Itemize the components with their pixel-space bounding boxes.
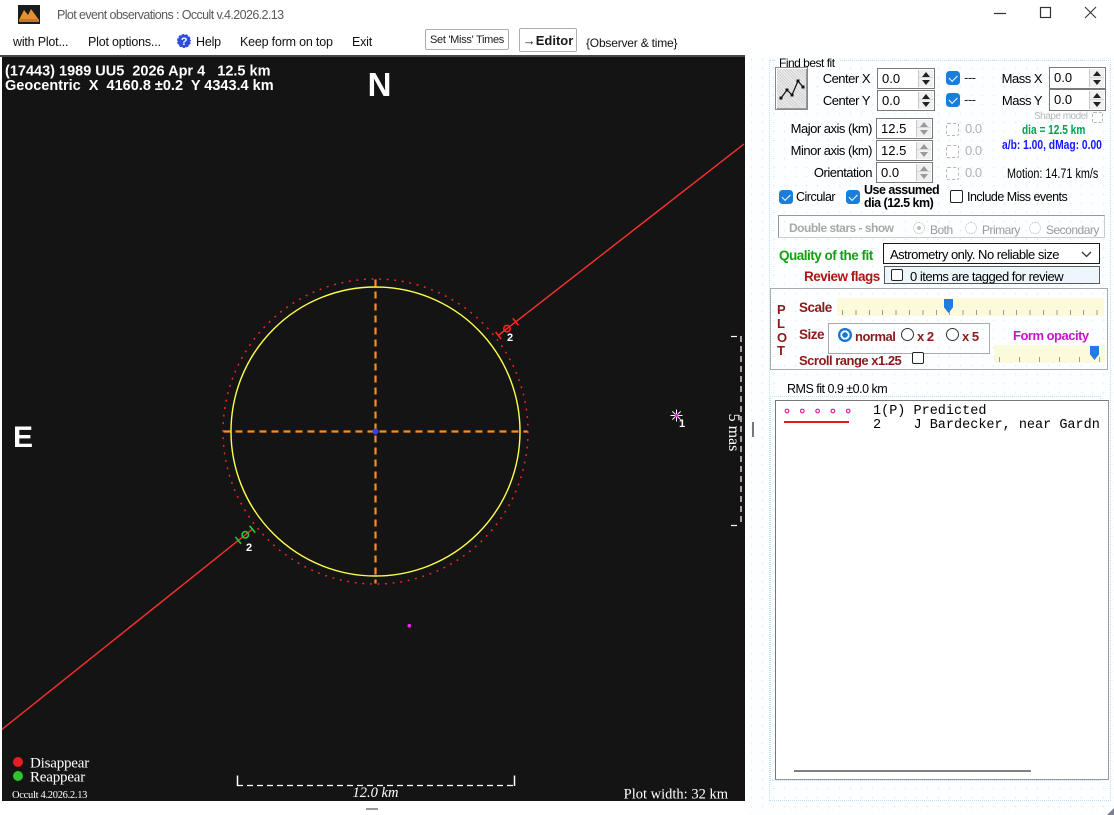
svg-text:1: 1	[679, 418, 685, 430]
svg-text:2: 2	[507, 332, 513, 344]
svg-text:Occult 4.2026.2.13: Occult 4.2026.2.13	[12, 790, 87, 801]
svg-text:2: 2	[246, 542, 252, 554]
svg-text:Geocentric X 4160.8 ±0.2 Y: Geocentric X 4160.8 ±0.2 Y 4343.4 km	[5, 78, 274, 94]
svg-text:?: ?	[181, 36, 188, 48]
svg-text:Reappear: Reappear	[30, 770, 85, 786]
svg-text:12.0 km: 12.0 km	[353, 785, 399, 801]
svg-text:N: N	[368, 66, 392, 103]
svg-text:Plot width: 32 km: Plot width: 32 km	[624, 787, 729, 802]
svg-text:E: E	[13, 421, 33, 454]
svg-text:5 mas: 5 mas	[725, 414, 742, 452]
